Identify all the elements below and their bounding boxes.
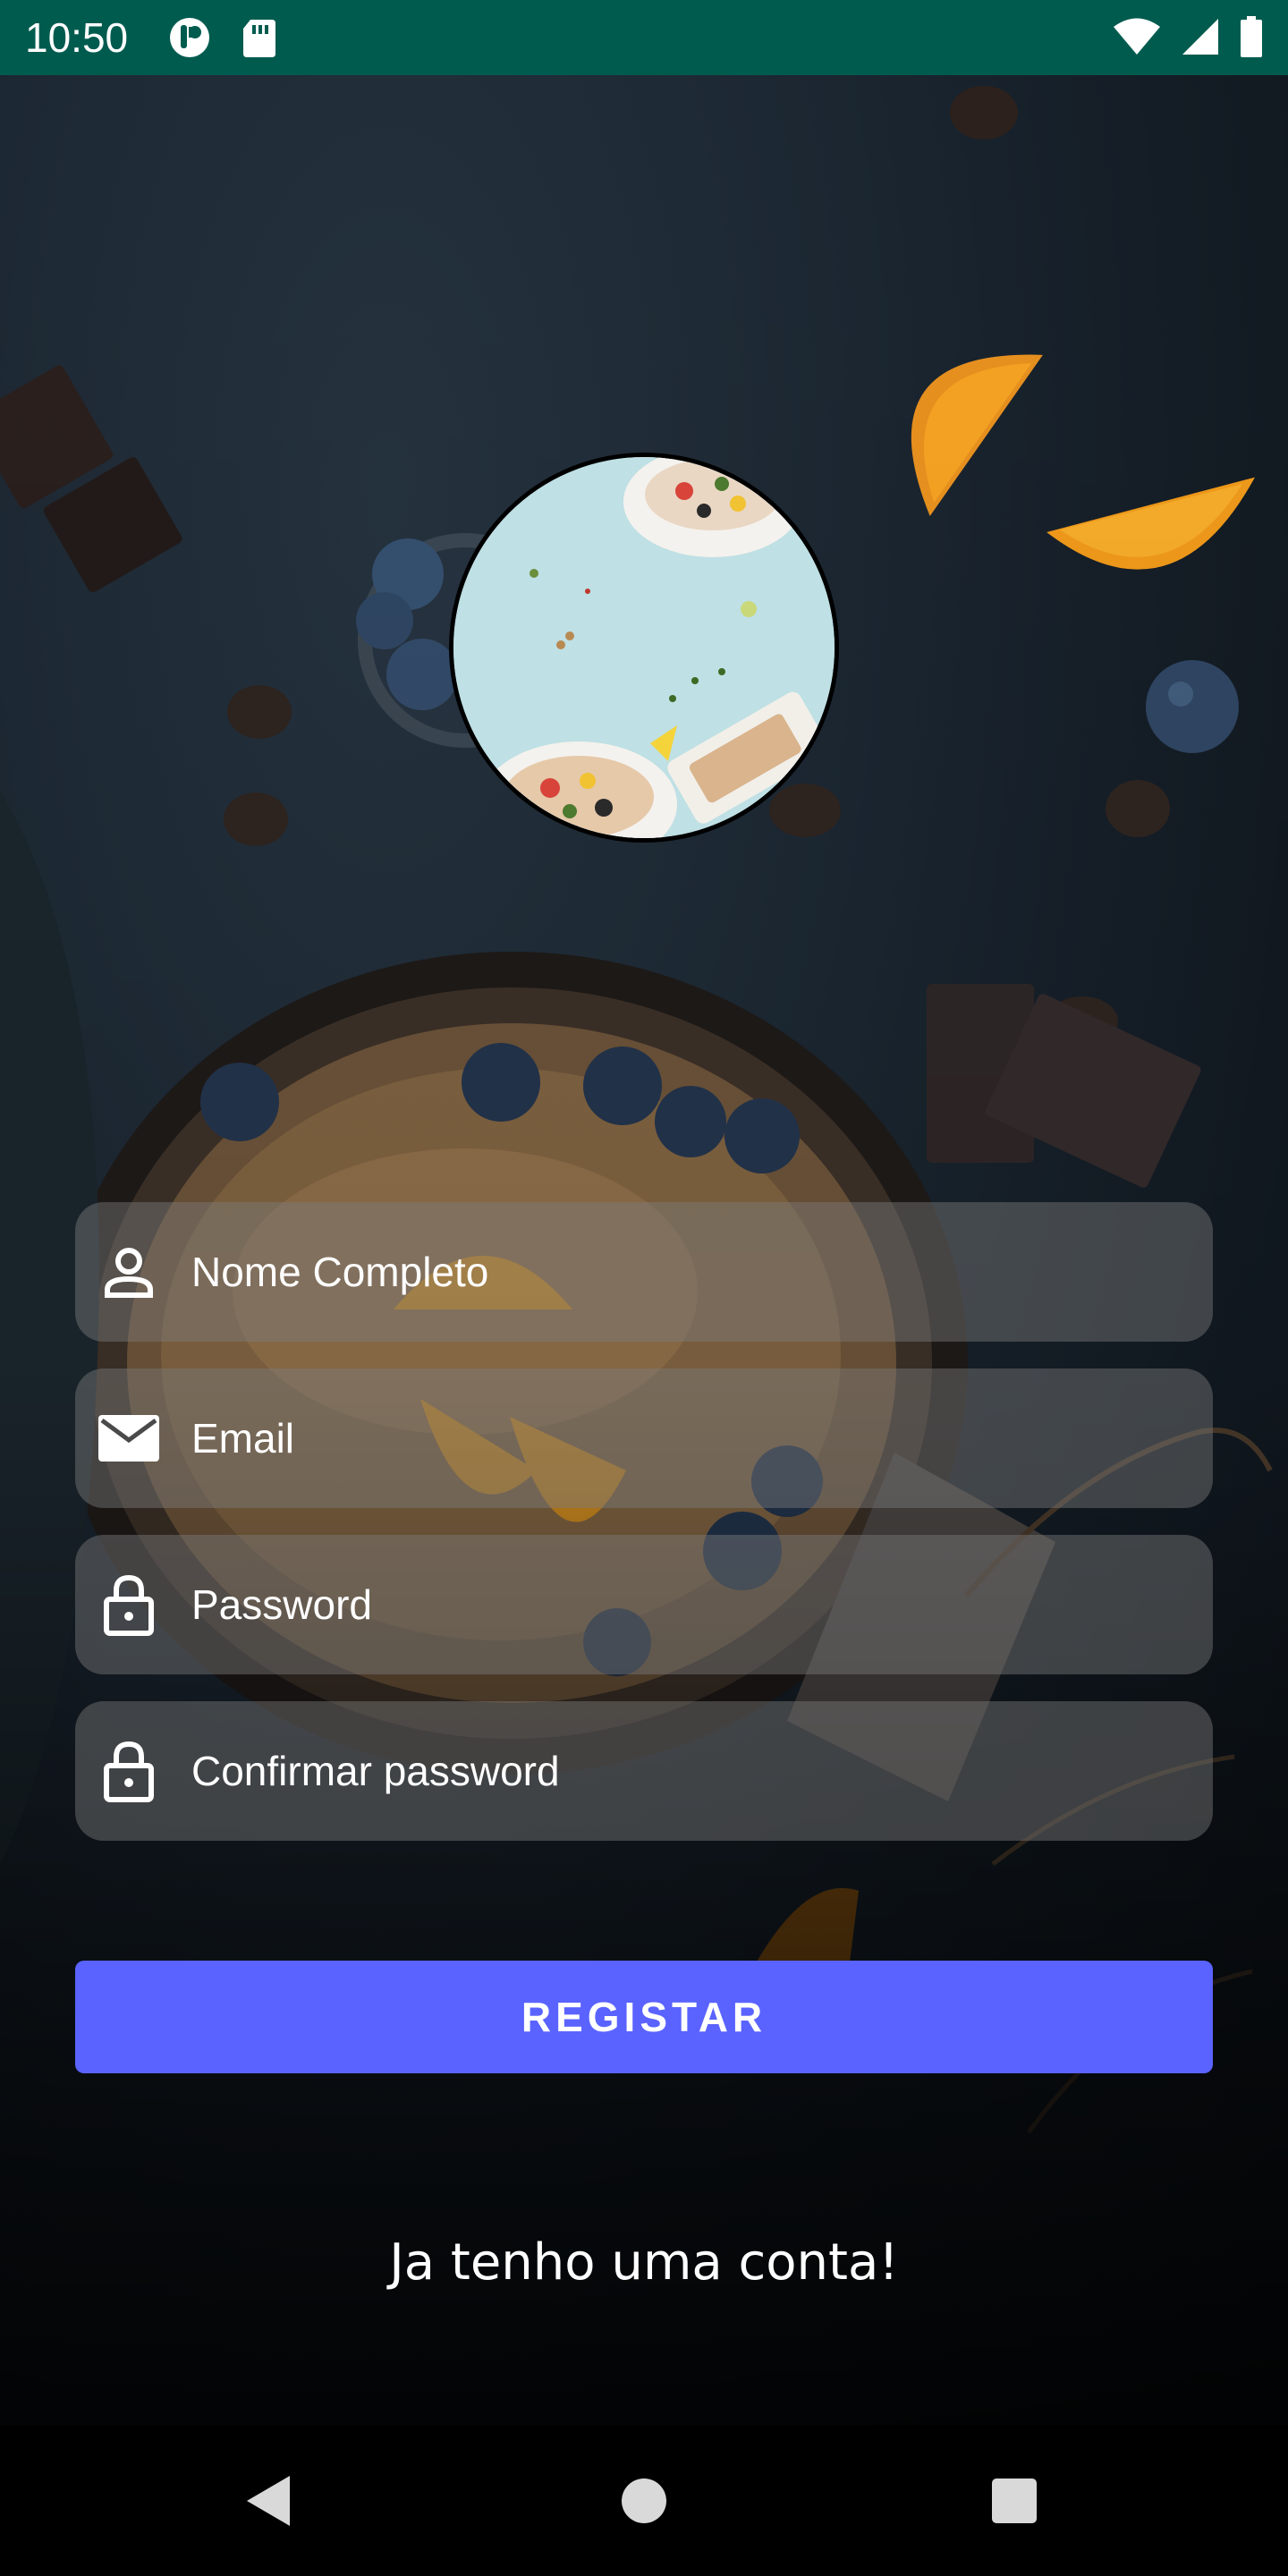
- lock-icon: [97, 1572, 161, 1637]
- full-name-field[interactable]: [75, 1202, 1213, 1342]
- full-name-input[interactable]: [191, 1202, 1184, 1342]
- battery-icon: [1240, 16, 1263, 62]
- notification-app-icon: [168, 16, 215, 64]
- home-icon[interactable]: [606, 2463, 682, 2538]
- password-input[interactable]: [191, 1535, 1184, 1674]
- status-left-icons: [168, 16, 277, 64]
- food-logo-icon: [449, 453, 839, 843]
- email-field[interactable]: [75, 1368, 1213, 1508]
- email-input[interactable]: [191, 1368, 1184, 1508]
- status-time: 10:50: [25, 14, 129, 61]
- back-icon[interactable]: [231, 2463, 306, 2538]
- lock-icon: [97, 1739, 161, 1803]
- confirm-password-field[interactable]: [75, 1701, 1213, 1841]
- confirm-password-input[interactable]: [191, 1701, 1184, 1841]
- mail-icon: [97, 1406, 161, 1470]
- status-right-icons: [1113, 16, 1263, 62]
- person-icon: [97, 1240, 161, 1304]
- register-button[interactable]: REGISTAR: [75, 1961, 1213, 2073]
- status-bar: 10:50: [0, 0, 1288, 75]
- wifi-icon: [1113, 17, 1161, 61]
- login-link[interactable]: Ja tenho uma conta!: [0, 2227, 1288, 2299]
- navigation-bar: [0, 2426, 1288, 2576]
- cell-signal-icon: [1181, 17, 1220, 61]
- sd-card-icon: [242, 16, 277, 64]
- register-form: [75, 1202, 1213, 1868]
- recents-icon[interactable]: [977, 2463, 1052, 2538]
- password-field[interactable]: [75, 1535, 1213, 1674]
